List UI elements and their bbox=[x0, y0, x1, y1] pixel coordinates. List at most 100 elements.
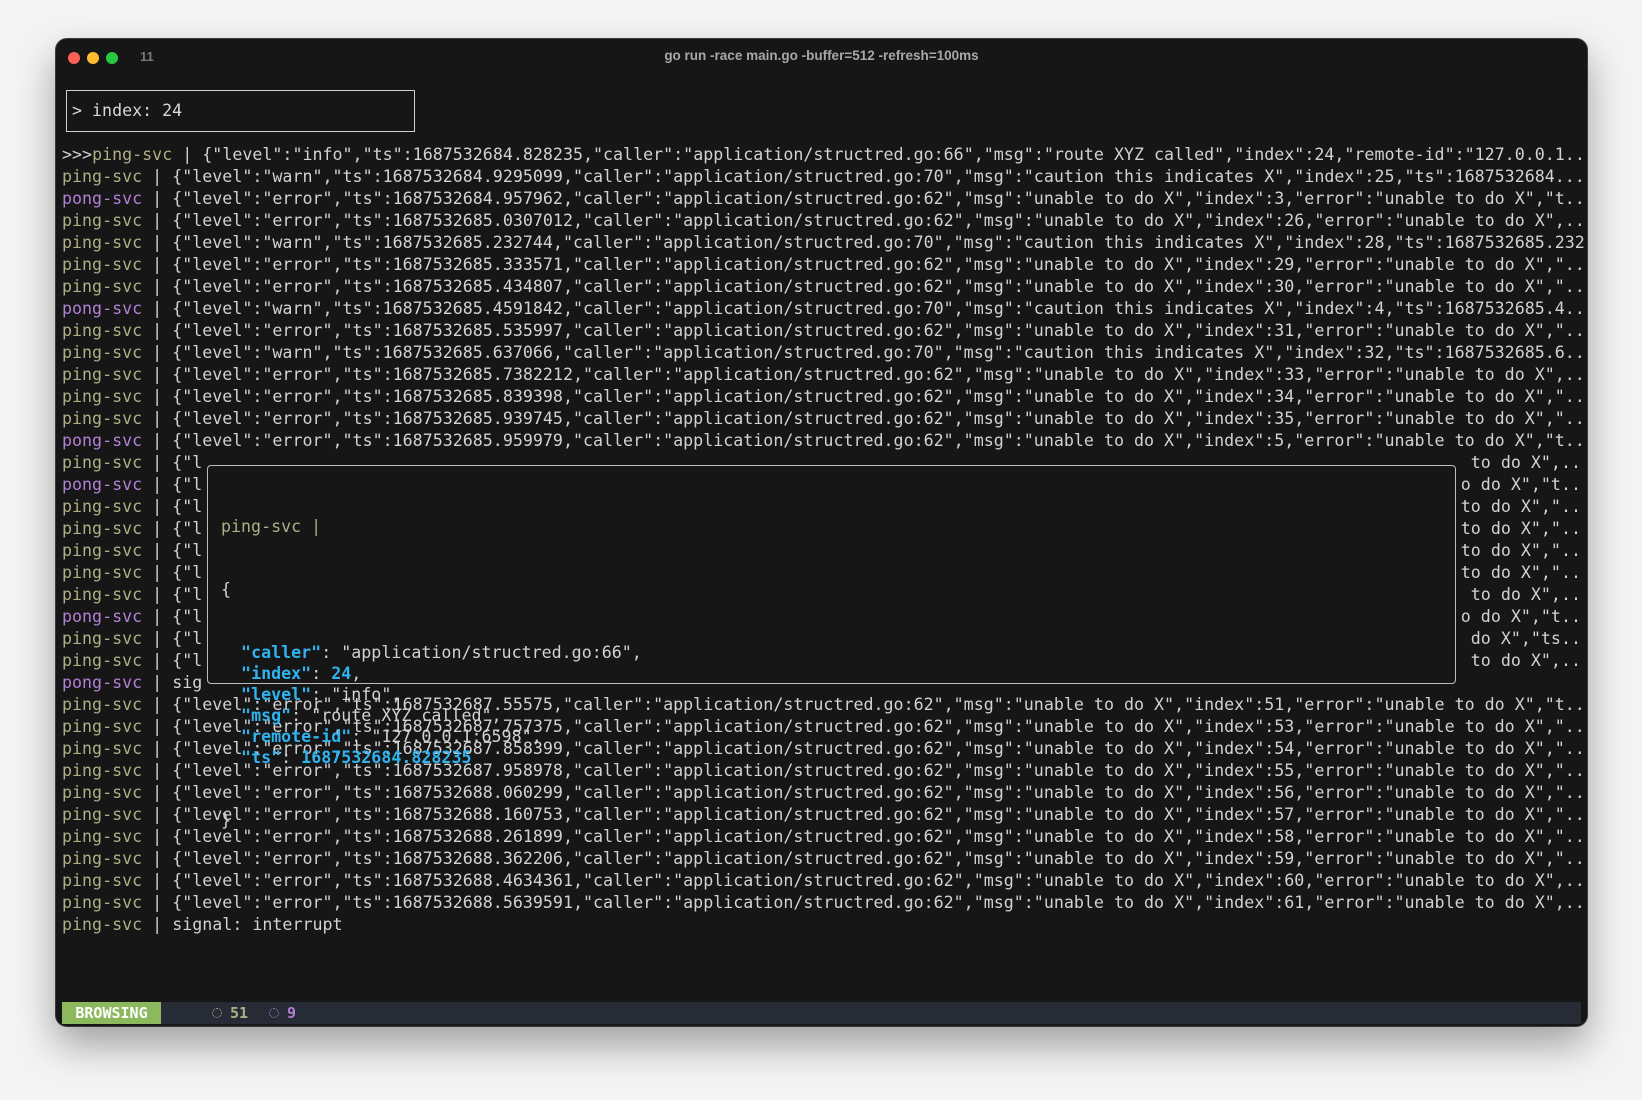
json-field: "remote-id": "127.0.0.1:6598", bbox=[221, 726, 1455, 747]
log-line[interactable]: pong-svc | {"level":"warn","ts":16875326… bbox=[62, 298, 1587, 320]
colon: : bbox=[291, 706, 312, 725]
separator: | bbox=[142, 893, 173, 912]
log-line[interactable]: ping-svc | signal: interrupt bbox=[62, 914, 1587, 936]
comma: , bbox=[631, 643, 642, 662]
json-key: "caller" bbox=[241, 643, 322, 662]
log-text: {"l bbox=[172, 629, 203, 648]
log-text: {"level":"error","ts":1687532688.4634361… bbox=[172, 871, 1585, 890]
service-name: ping-svc bbox=[62, 541, 143, 560]
log-line[interactable]: ping-svc | {"level":"error","ts":1687532… bbox=[62, 870, 1587, 892]
log-line[interactable]: ping-svc | {"level":"error","ts":1687532… bbox=[62, 408, 1587, 430]
log-text: {"level":"info","ts":1687532684.828235,"… bbox=[202, 145, 1585, 164]
service-name: ping-svc bbox=[62, 849, 143, 868]
log-text-tail: to do X",.. bbox=[1460, 651, 1581, 670]
separator: | bbox=[142, 453, 173, 472]
comma: , bbox=[491, 706, 502, 725]
log-text: {"level":"error","ts":1687532685.333571,… bbox=[172, 255, 1585, 274]
mode-badge: BROWSING bbox=[62, 1002, 161, 1024]
json-field: "index": 24, bbox=[221, 663, 1455, 684]
log-text: {"level":"error","ts":1687532685.0307012… bbox=[172, 211, 1585, 230]
dotted-circle-icon bbox=[212, 1007, 222, 1018]
log-text: {"l bbox=[172, 475, 203, 494]
json-key: "ts" bbox=[241, 748, 282, 767]
log-text: {"l bbox=[172, 541, 203, 560]
comma: , bbox=[351, 664, 362, 683]
log-text-tail: to do X",".. bbox=[1460, 563, 1581, 582]
separator: | bbox=[142, 673, 173, 692]
log-text-tail: do X","ts.. bbox=[1460, 629, 1581, 648]
json-detail-popup: ping-svc | { "caller": "application/stru… bbox=[207, 465, 1456, 830]
log-line[interactable]: ping-svc | {"level":"error","ts":1687532… bbox=[62, 276, 1587, 298]
separator: | bbox=[142, 167, 173, 186]
json-field: "msg": "route XYZ called", bbox=[221, 705, 1455, 726]
json-field: "level": "info", bbox=[221, 684, 1455, 705]
log-line[interactable]: ping-svc | {"level":"warn","ts":16875326… bbox=[62, 166, 1587, 188]
log-line[interactable]: ping-svc | {"level":"error","ts":1687532… bbox=[62, 210, 1587, 232]
service-name: ping-svc bbox=[62, 343, 143, 362]
json-key: "index" bbox=[241, 664, 312, 683]
separator: | bbox=[142, 343, 173, 362]
service-name: ping-svc bbox=[62, 585, 143, 604]
window-title: go run -race main.go -buffer=512 -refres… bbox=[664, 48, 979, 63]
service-name: ping-svc bbox=[62, 211, 143, 230]
pong-count: 9 bbox=[269, 1002, 296, 1024]
separator: | bbox=[142, 849, 173, 868]
separator: | bbox=[142, 189, 173, 208]
log-text: {"l bbox=[172, 519, 203, 538]
log-line[interactable]: ping-svc | {"level":"error","ts":1687532… bbox=[62, 254, 1587, 276]
search-input[interactable]: > index: 24 bbox=[66, 90, 415, 132]
log-line[interactable]: ping-svc | {"level":"error","ts":1687532… bbox=[62, 320, 1587, 342]
log-line[interactable]: ping-svc | {"level":"error","ts":1687532… bbox=[62, 364, 1587, 386]
service-name: ping-svc bbox=[62, 871, 143, 890]
service-name: ping-svc bbox=[62, 827, 143, 846]
log-line[interactable]: >>>ping-svc | {"level":"info","ts":16875… bbox=[62, 144, 1587, 166]
colon: : bbox=[311, 685, 332, 704]
log-line[interactable]: ping-svc | {"level":"warn","ts":16875326… bbox=[62, 342, 1587, 364]
separator: | bbox=[142, 915, 173, 934]
service-name: ping-svc bbox=[62, 233, 143, 252]
log-line[interactable]: ping-svc | {"level":"error","ts":1687532… bbox=[62, 386, 1587, 408]
log-text-tail: to do X",.. bbox=[1460, 453, 1581, 472]
terminal-window: 11 go run -race main.go -buffer=512 -ref… bbox=[55, 38, 1588, 1027]
service-name: ping-svc bbox=[62, 497, 143, 516]
service-name: pong-svc bbox=[62, 299, 143, 318]
separator: | bbox=[142, 651, 173, 670]
log-text: signal: interrupt bbox=[172, 915, 343, 934]
log-text: {"level":"error","ts":1687532685.535997,… bbox=[172, 321, 1585, 340]
popup-close-brace: } bbox=[221, 811, 232, 830]
log-text: {"level":"warn","ts":1687532685.4591842,… bbox=[172, 299, 1585, 318]
separator: | bbox=[142, 431, 173, 450]
json-key: "msg" bbox=[241, 706, 292, 725]
log-text: {"level":"error","ts":1687532685.959979,… bbox=[172, 431, 1585, 450]
separator: | bbox=[142, 541, 173, 560]
json-key: "level" bbox=[241, 685, 312, 704]
log-text: sig bbox=[172, 673, 203, 692]
service-name: ping-svc bbox=[92, 145, 173, 164]
colon: : bbox=[281, 748, 302, 767]
log-line[interactable]: pong-svc | {"level":"error","ts":1687532… bbox=[62, 430, 1587, 452]
service-name: ping-svc bbox=[62, 321, 143, 340]
separator: | bbox=[142, 365, 173, 384]
service-name: ping-svc bbox=[62, 453, 143, 472]
service-name: ping-svc bbox=[62, 717, 143, 736]
log-text: {"level":"error","ts":1687532684.957962,… bbox=[172, 189, 1585, 208]
log-line[interactable]: ping-svc | {"level":"warn","ts":16875326… bbox=[62, 232, 1587, 254]
separator: | bbox=[142, 277, 173, 296]
log-text: {"level":"error","ts":1687532685.939745,… bbox=[172, 409, 1585, 428]
log-text-tail: o do X","t.. bbox=[1460, 607, 1581, 626]
log-line[interactable]: ping-svc | {"level":"error","ts":1687532… bbox=[62, 892, 1587, 914]
log-text: {"l bbox=[172, 607, 203, 626]
log-text: {"l bbox=[172, 563, 203, 582]
service-name: ping-svc bbox=[62, 277, 143, 296]
separator: | bbox=[142, 255, 173, 274]
service-name: ping-svc bbox=[62, 915, 143, 934]
separator: | bbox=[142, 519, 173, 538]
log-text-tail: to do X",.. bbox=[1460, 585, 1581, 604]
log-line[interactable]: pong-svc | {"level":"error","ts":1687532… bbox=[62, 188, 1587, 210]
selection-marker: >>> bbox=[62, 145, 93, 164]
separator: | bbox=[142, 761, 173, 780]
service-name: ping-svc bbox=[62, 629, 143, 648]
